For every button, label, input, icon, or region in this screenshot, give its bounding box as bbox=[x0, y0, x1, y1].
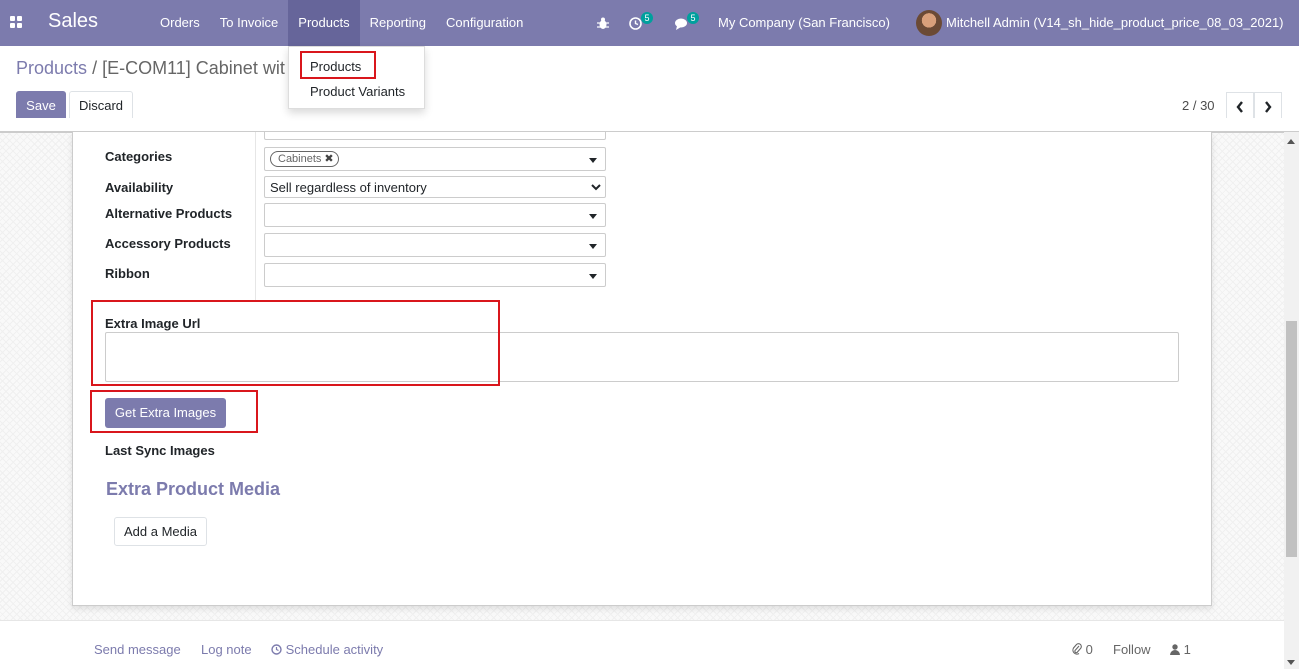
pager-next-button[interactable] bbox=[1254, 92, 1282, 120]
category-tag: Cabinets ✖ bbox=[270, 151, 339, 167]
control-panel-border bbox=[0, 131, 1299, 132]
alternative-products-label: Alternative Products bbox=[105, 206, 233, 221]
clock-icon bbox=[271, 644, 282, 655]
remove-tag-icon[interactable]: ✖ bbox=[324, 153, 333, 165]
discard-button[interactable]: Discard bbox=[69, 91, 133, 121]
scroll-up-arrow-icon[interactable] bbox=[1287, 139, 1295, 144]
control-panel-cover bbox=[0, 118, 1299, 132]
user-avatar[interactable] bbox=[916, 10, 942, 36]
extra-product-media-title: Extra Product Media bbox=[106, 479, 281, 499]
main-menu: Orders To Invoice Products Reporting Con… bbox=[150, 0, 533, 46]
top-navbar: Sales Orders To Invoice Products Reporti… bbox=[0, 0, 1299, 46]
ribbon-label: Ribbon bbox=[105, 266, 150, 281]
extra-image-url-input[interactable] bbox=[105, 332, 1179, 382]
pager-value[interactable]: 2 / 30 bbox=[1182, 98, 1215, 113]
company-switcher[interactable]: My Company (San Francisco) bbox=[718, 0, 890, 46]
add-media-button[interactable]: Add a Media bbox=[114, 517, 207, 546]
pager-previous-button[interactable] bbox=[1226, 92, 1254, 120]
availability-select[interactable]: Sell regardless of inventory bbox=[264, 176, 606, 198]
breadcrumb-root[interactable]: Products bbox=[16, 58, 87, 78]
menu-products[interactable]: Products bbox=[288, 0, 360, 46]
activity-badge: 5 bbox=[641, 12, 653, 24]
caret-down-icon bbox=[589, 158, 597, 163]
dropdown-item-products[interactable]: Products bbox=[310, 59, 361, 74]
accessory-products-field[interactable] bbox=[264, 233, 606, 257]
alternative-products-field[interactable] bbox=[264, 203, 606, 227]
availability-value: Sell regardless of inventory bbox=[270, 180, 427, 195]
field-divider bbox=[255, 132, 256, 300]
chevron-down-icon bbox=[591, 184, 601, 191]
schedule-activity-button[interactable]: Schedule activity bbox=[271, 642, 383, 657]
follow-button[interactable]: Follow bbox=[1113, 642, 1151, 657]
chevron-left-icon bbox=[1236, 101, 1243, 114]
attachments-button[interactable]: 0 bbox=[1072, 642, 1093, 657]
caret-down-icon bbox=[589, 214, 597, 219]
scrollbar-thumb[interactable] bbox=[1286, 321, 1297, 557]
category-tag-label: Cabinets bbox=[278, 153, 322, 165]
breadcrumb-separator: / bbox=[92, 58, 98, 78]
availability-label: Availability bbox=[105, 180, 174, 195]
followers-count: 1 bbox=[1183, 642, 1191, 657]
categories-label: Categories bbox=[105, 149, 173, 164]
dropdown-item-product-variants[interactable]: Product Variants bbox=[310, 84, 405, 99]
schedule-activity-label: Schedule activity bbox=[285, 642, 384, 657]
paperclip-icon bbox=[1072, 643, 1082, 655]
menu-configuration[interactable]: Configuration bbox=[436, 0, 533, 46]
categories-field[interactable]: Cabinets ✖ bbox=[264, 147, 606, 171]
attachments-count: 0 bbox=[1085, 642, 1093, 657]
message-badge: 5 bbox=[687, 12, 699, 24]
clock-icon[interactable] bbox=[629, 0, 642, 46]
breadcrumb-current: [E-COM11] Cabinet wit bbox=[102, 58, 285, 78]
log-note-button[interactable]: Log note bbox=[201, 642, 252, 657]
user-menu[interactable]: Mitchell Admin (V14_sh_hide_product_pric… bbox=[946, 0, 1284, 46]
caret-down-icon bbox=[589, 274, 597, 279]
chat-icon[interactable] bbox=[675, 0, 689, 46]
get-extra-images-button[interactable]: Get Extra Images bbox=[105, 398, 226, 428]
scroll-down-arrow-icon[interactable] bbox=[1287, 660, 1295, 665]
last-sync-images-label: Last Sync Images bbox=[105, 443, 215, 458]
ribbon-field[interactable] bbox=[264, 263, 606, 287]
menu-to-invoice[interactable]: To Invoice bbox=[210, 0, 289, 46]
apps-grid-icon[interactable] bbox=[10, 16, 23, 29]
followers-button[interactable]: 1 bbox=[1170, 642, 1191, 657]
bug-icon[interactable] bbox=[597, 0, 609, 46]
chevron-right-icon bbox=[1265, 101, 1272, 114]
save-button[interactable]: Save bbox=[16, 91, 66, 121]
app-brand[interactable]: Sales bbox=[48, 10, 98, 33]
menu-reporting[interactable]: Reporting bbox=[360, 0, 436, 46]
menu-orders[interactable]: Orders bbox=[150, 0, 210, 46]
breadcrumb: Products / [E-COM11] Cabinet wit bbox=[16, 58, 285, 79]
products-dropdown: Products Product Variants bbox=[288, 46, 425, 109]
extra-image-url-label: Extra Image Url bbox=[105, 316, 201, 331]
caret-down-icon bbox=[589, 244, 597, 249]
user-icon bbox=[1170, 644, 1180, 655]
send-message-button[interactable]: Send message bbox=[94, 642, 181, 657]
accessory-products-label: Accessory Products bbox=[105, 236, 231, 251]
